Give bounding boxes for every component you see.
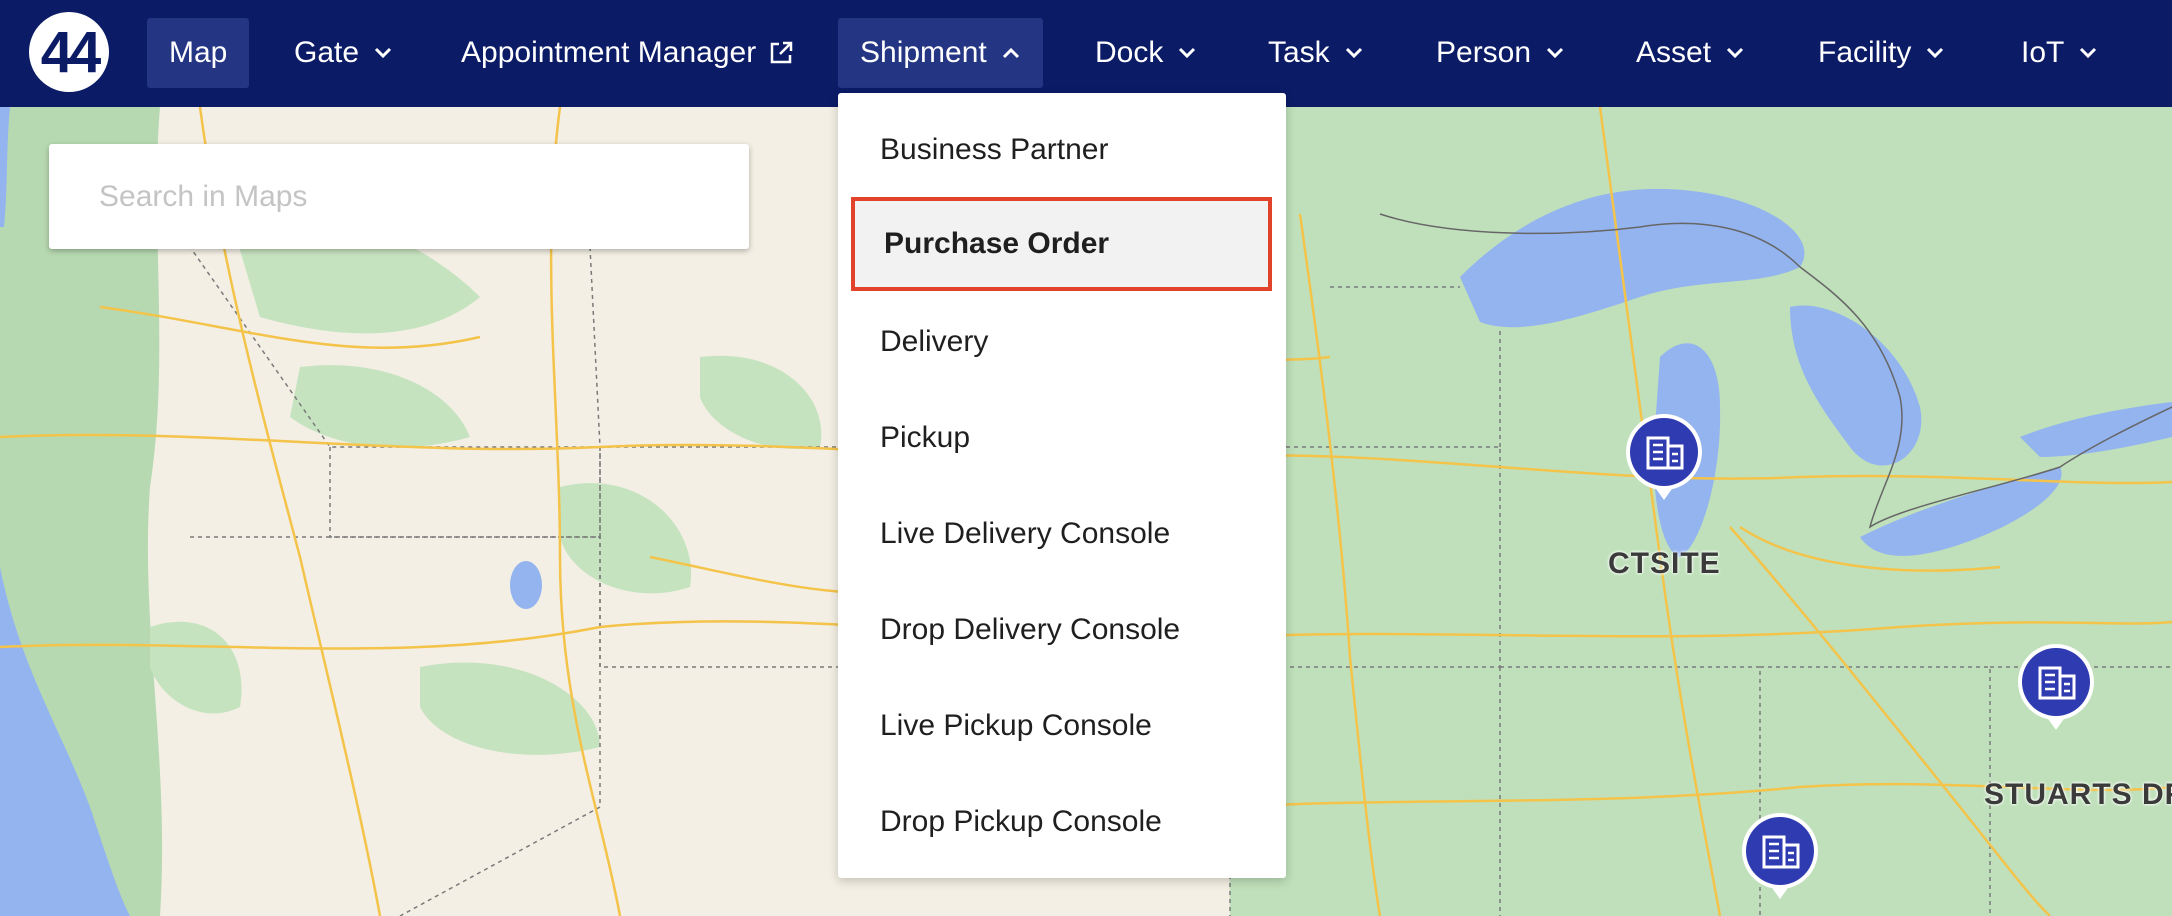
facility-marker-ctsite[interactable] xyxy=(1624,412,1704,504)
map-search-input[interactable] xyxy=(49,144,719,249)
map-label-ctsite: CTSITE xyxy=(1608,547,1721,580)
building-icon xyxy=(1626,414,1702,500)
menu-item-pickup[interactable]: Pickup xyxy=(838,394,1286,482)
nav-map[interactable]: Map xyxy=(147,18,250,88)
nav-dock-label: Dock xyxy=(1095,36,1164,69)
top-navigation-bar: 44 Map Gate Appointment Manager Shipment… xyxy=(0,0,2172,107)
nav-facility[interactable]: Facility xyxy=(1818,18,1945,88)
app-logo[interactable]: 44 xyxy=(29,12,109,92)
nav-map-label: Map xyxy=(169,36,228,69)
map-label-stuarts: STUARTS DR xyxy=(1984,778,2172,811)
menu-item-live-pickup-console[interactable]: Live Pickup Console xyxy=(838,682,1286,770)
menu-item-purchase-order[interactable]: Purchase Order xyxy=(851,197,1272,291)
chevron-down-icon xyxy=(2078,47,2098,59)
nav-person[interactable]: Person xyxy=(1436,18,1565,88)
nav-asset[interactable]: Asset xyxy=(1636,18,1745,88)
map-search-box xyxy=(49,144,749,249)
menu-item-delivery[interactable]: Delivery xyxy=(838,298,1286,386)
nav-iot-label: IoT xyxy=(2021,36,2065,69)
menu-item-drop-pickup-console[interactable]: Drop Pickup Console xyxy=(838,778,1286,866)
nav-appointment-manager-label: Appointment Manager xyxy=(461,36,757,69)
facility-marker-south[interactable] xyxy=(1740,811,1820,903)
building-icon xyxy=(1742,813,1818,899)
nav-facility-label: Facility xyxy=(1818,36,1912,69)
nav-gate-label: Gate xyxy=(294,36,360,69)
chevron-up-icon xyxy=(1001,47,1021,59)
chevron-down-icon xyxy=(1725,47,1745,59)
nav-gate[interactable]: Gate xyxy=(294,18,393,88)
chevron-down-icon xyxy=(1545,47,1565,59)
nav-shipment[interactable]: Shipment xyxy=(838,18,1043,88)
menu-item-live-delivery-console[interactable]: Live Delivery Console xyxy=(838,490,1286,578)
menu-item-drop-delivery-console[interactable]: Drop Delivery Console xyxy=(838,586,1286,674)
nav-asset-label: Asset xyxy=(1636,36,1712,69)
nav-task[interactable]: Task xyxy=(1268,18,1364,88)
chevron-down-icon xyxy=(1177,47,1197,59)
chevron-down-icon xyxy=(373,47,393,59)
nav-appointment-manager[interactable]: Appointment Manager xyxy=(461,18,794,88)
chevron-down-icon xyxy=(1344,47,1364,59)
external-link-icon xyxy=(768,40,794,66)
building-icon xyxy=(2018,644,2094,730)
nav-shipment-label: Shipment xyxy=(860,36,987,69)
menu-item-business-partner[interactable]: Business Partner xyxy=(838,106,1286,194)
nav-person-label: Person xyxy=(1436,36,1532,69)
chevron-down-icon xyxy=(1925,47,1945,59)
nav-dock[interactable]: Dock xyxy=(1095,18,1197,88)
shipment-dropdown-menu: Business Partner Purchase Order Delivery… xyxy=(838,93,1286,878)
facility-marker-stuarts[interactable] xyxy=(2016,642,2096,734)
nav-iot[interactable]: IoT xyxy=(2021,18,2098,88)
nav-task-label: Task xyxy=(1268,36,1330,69)
